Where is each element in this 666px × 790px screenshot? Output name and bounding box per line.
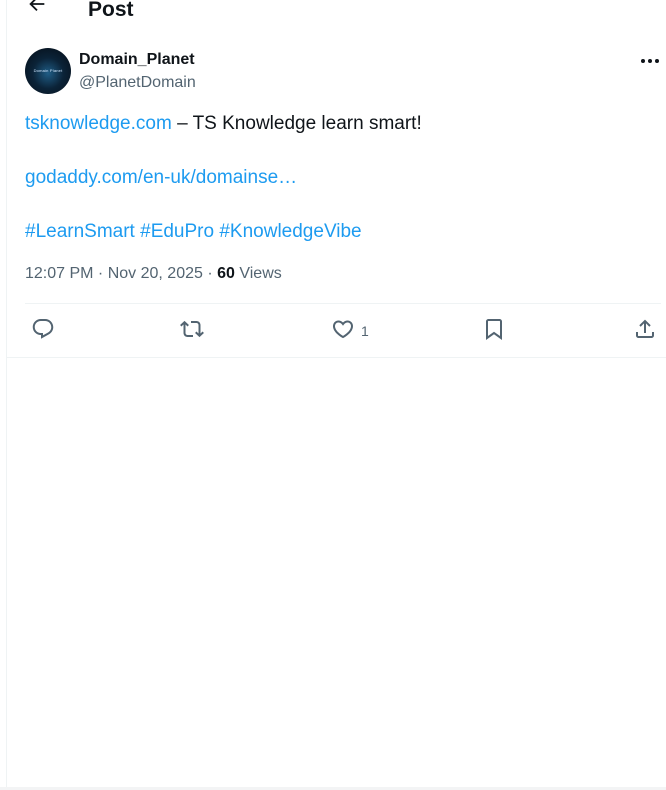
author-display-name[interactable]: Domain_Planet: [79, 50, 195, 70]
share-button[interactable]: [633, 318, 657, 344]
post-date[interactable]: Nov 20, 2025: [108, 265, 203, 282]
post-header: Post: [7, 0, 666, 21]
share-icon: [633, 317, 657, 346]
page-title: Post: [88, 0, 134, 21]
arrow-left-icon: [26, 0, 48, 20]
hashtag-link[interactable]: #KnowledgeVibe: [219, 221, 361, 242]
tweet-text-line: godaddy.com/en-uk/domainse…: [25, 166, 655, 190]
avatar[interactable]: Domain Planet: [25, 48, 71, 94]
tweet-link[interactable]: tsknowledge.com: [25, 113, 172, 134]
views-label: Views: [234, 265, 282, 282]
heart-icon: [331, 317, 355, 346]
more-horizontal-icon: [640, 51, 660, 69]
tweet-link[interactable]: godaddy.com/en-uk/domainse…: [25, 167, 297, 188]
hashtag-link[interactable]: #LearnSmart: [25, 221, 135, 242]
like-button[interactable]: 1: [331, 318, 369, 344]
hashtag-link[interactable]: #EduPro: [140, 221, 214, 242]
tweet-hashtags: #LearnSmart #EduPro #KnowledgeVibe: [25, 220, 655, 244]
tweet-text: – TS Knowledge learn smart!: [171, 113, 422, 134]
back-button[interactable]: [25, 0, 49, 18]
avatar-logo-text: Domain Planet: [33, 68, 63, 73]
meta-separator: ·: [93, 265, 108, 282]
reply-button[interactable]: [31, 318, 55, 344]
bookmark-icon: [482, 317, 506, 346]
post-metadata: 12:07 PM · Nov 20, 2025 · 60 Views: [25, 264, 282, 284]
action-bar: 1: [7, 304, 666, 357]
post-view: Post Domain Planet Domain_Planet @Planet…: [6, 0, 666, 790]
tweet-text-line: tsknowledge.com – TS Knowledge learn sma…: [25, 112, 655, 136]
reply-icon: [31, 317, 55, 346]
divider: [7, 357, 666, 358]
more-options-button[interactable]: [638, 50, 662, 70]
like-count: 1: [361, 323, 369, 339]
author-handle[interactable]: @PlanetDomain: [79, 73, 196, 93]
post-time[interactable]: 12:07 PM: [25, 265, 93, 282]
meta-separator: ·: [202, 265, 218, 282]
repost-icon: [180, 317, 204, 346]
views-count: 60: [217, 265, 235, 282]
bookmark-button[interactable]: [482, 318, 506, 344]
repost-button[interactable]: [180, 318, 204, 344]
